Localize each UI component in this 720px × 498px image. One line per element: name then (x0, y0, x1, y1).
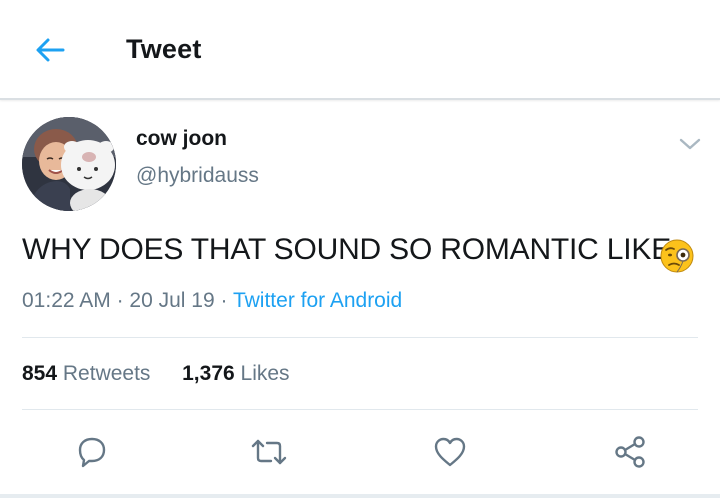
share-icon (615, 436, 645, 468)
face-with-monocle-icon (660, 239, 694, 273)
retweet-button[interactable] (247, 430, 291, 474)
likes-label: Likes (240, 362, 290, 385)
retweet-icon (251, 439, 287, 465)
likes-count: 1,376 (182, 362, 235, 385)
divider (22, 409, 698, 410)
tweet-meta: 01:22 AM · 20 Jul 19 · Twitter for Andro… (22, 289, 402, 313)
tweet-source-link[interactable]: Twitter for Android (233, 289, 402, 312)
retweets-stat[interactable]: 854 Retweets (22, 362, 150, 385)
back-button[interactable] (30, 32, 70, 68)
retweets-label: Retweets (62, 362, 151, 385)
chevron-down-icon (679, 138, 701, 150)
bottom-divider (0, 494, 720, 498)
page-title: Tweet (126, 34, 202, 64)
like-button[interactable] (428, 430, 472, 474)
reply-button[interactable] (70, 430, 114, 474)
tweet-time: 01:22 AM (22, 289, 111, 312)
author-handle[interactable]: @hybridauss (136, 164, 259, 188)
arrow-left-icon (36, 38, 65, 62)
app-header: Tweet (0, 0, 720, 100)
tweet-date: 20 Jul 19 (129, 289, 215, 312)
avatar[interactable] (22, 117, 116, 211)
meta-separator: · (116, 289, 124, 312)
tweet-stats: 854 Retweets 1,376 Likes (22, 362, 290, 386)
share-button[interactable] (608, 430, 652, 474)
avatar-photo (22, 117, 116, 211)
divider (22, 337, 698, 338)
likes-stat[interactable]: 1,376 Likes (182, 362, 289, 385)
reply-icon (78, 437, 106, 468)
meta-separator: · (220, 289, 228, 312)
heart-icon (434, 437, 466, 467)
retweets-count: 854 (22, 362, 58, 385)
more-options-button[interactable] (676, 133, 704, 155)
author-name[interactable]: cow joon (136, 127, 227, 151)
tweet-text: WHY DOES THAT SOUND SO ROMANTIC LIKE (22, 233, 672, 266)
